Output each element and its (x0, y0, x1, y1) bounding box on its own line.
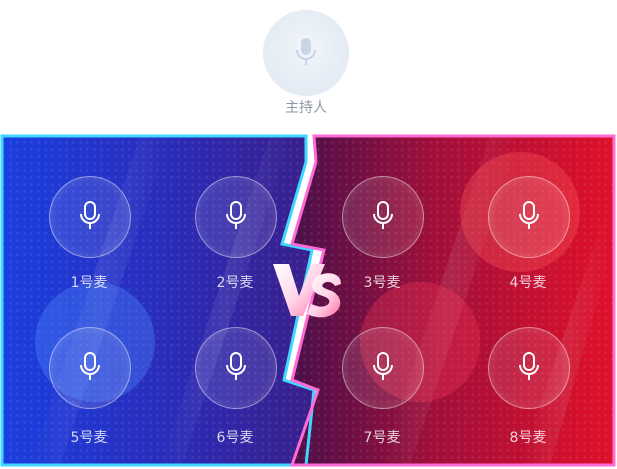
microphone-icon (296, 38, 316, 65)
seat-4[interactable] (488, 176, 570, 258)
seat-5[interactable] (49, 327, 131, 409)
seat-6-label: 6号麦 (216, 430, 254, 446)
seat-7-label: 7号麦 (363, 430, 401, 446)
host-label: 主持人 (285, 100, 327, 116)
seat-6[interactable] (195, 327, 277, 409)
seat-1[interactable] (49, 176, 131, 258)
seat-1-label: 1号麦 (70, 275, 108, 291)
microphone-icon (226, 201, 246, 229)
host-seat[interactable] (263, 10, 349, 96)
microphone-icon (519, 201, 539, 229)
seat-7[interactable] (342, 327, 424, 409)
microphone-icon (226, 352, 246, 380)
microphone-icon (373, 352, 393, 380)
seat-4-label: 4号麦 (509, 275, 547, 291)
seat-3[interactable] (342, 176, 424, 258)
seat-8-label: 8号麦 (509, 430, 547, 446)
microphone-icon (80, 201, 100, 229)
seat-8[interactable] (488, 327, 570, 409)
microphone-icon (519, 352, 539, 380)
seat-2-label: 2号麦 (216, 275, 254, 291)
microphone-icon (80, 352, 100, 380)
seat-5-label: 5号麦 (70, 430, 108, 446)
seat-2[interactable] (195, 176, 277, 258)
microphone-icon (373, 201, 393, 229)
vs-emblem (273, 264, 341, 318)
